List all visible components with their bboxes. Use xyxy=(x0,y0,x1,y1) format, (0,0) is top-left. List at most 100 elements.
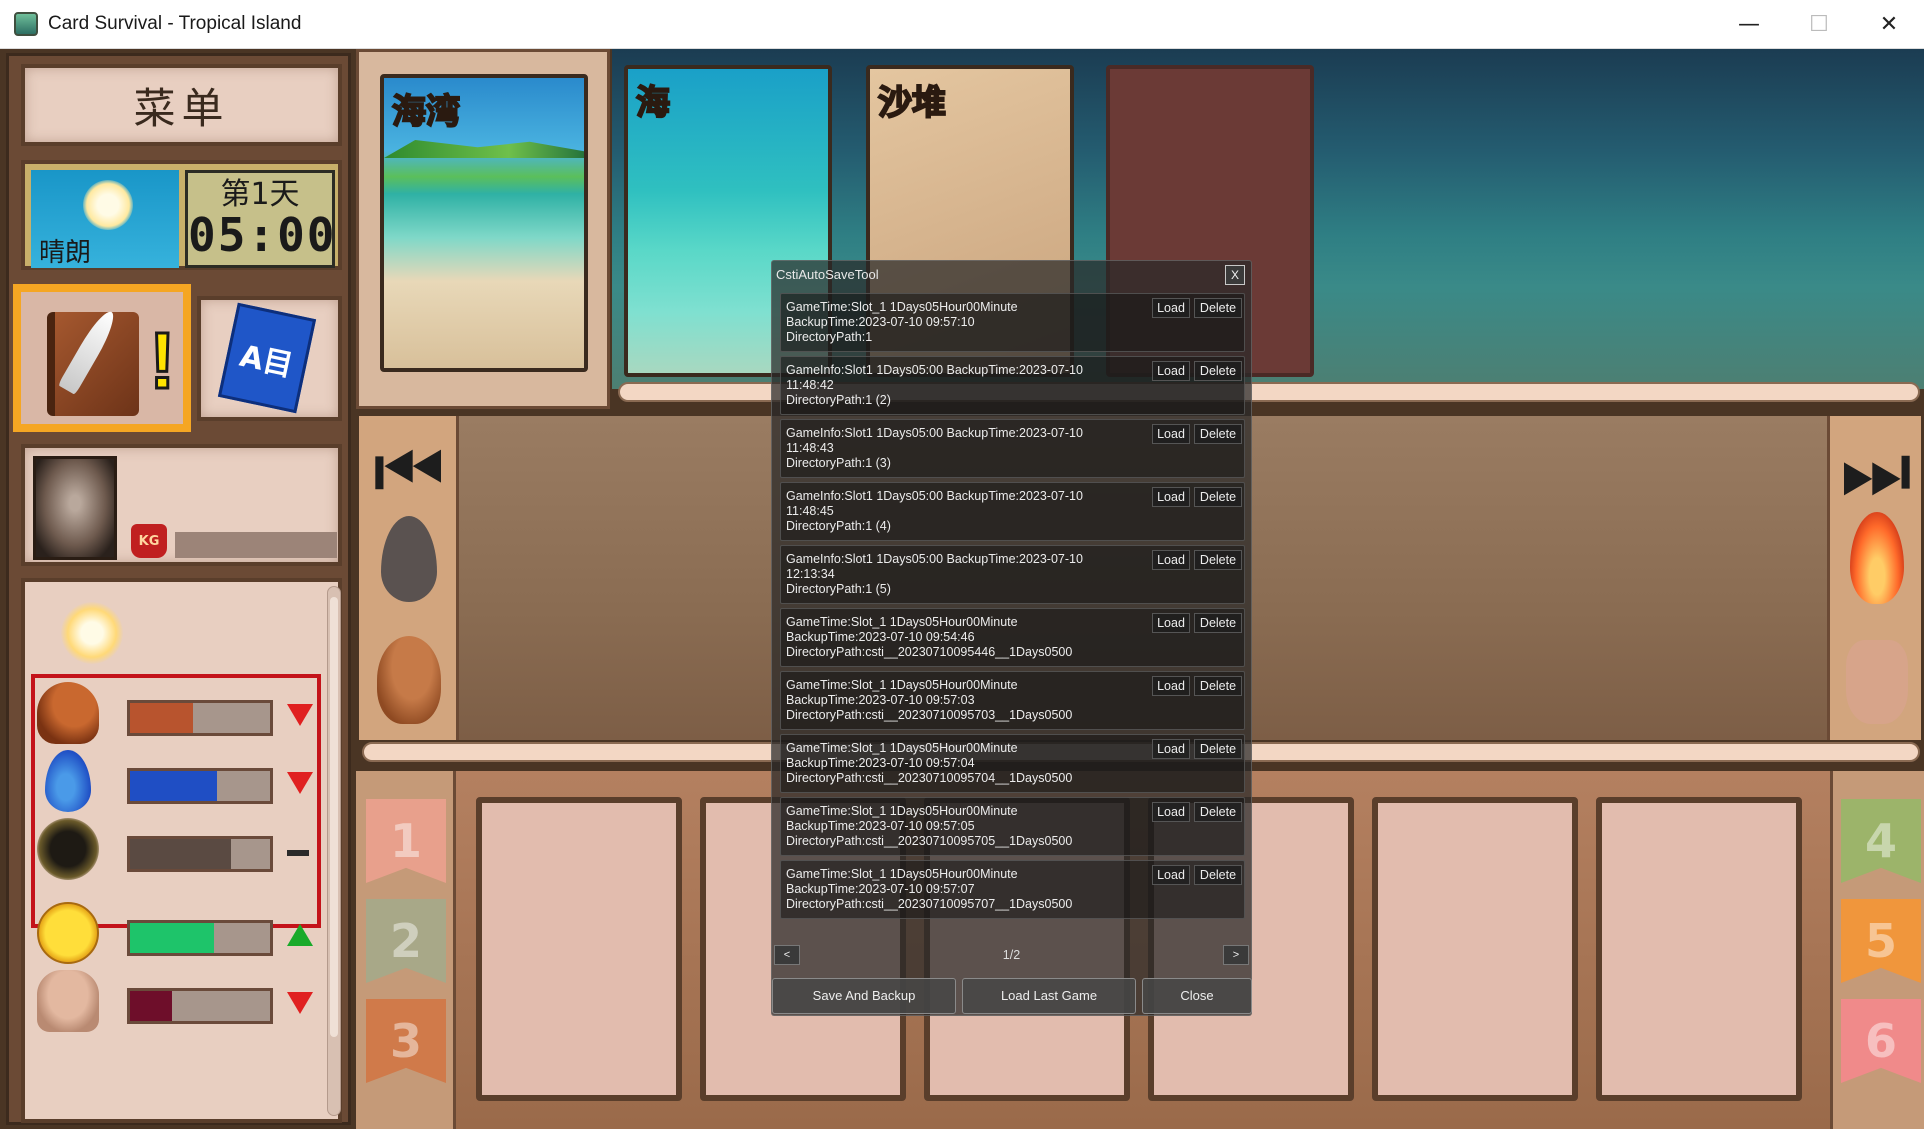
inventory-tab-2[interactable]: 2 xyxy=(366,899,446,983)
card-title: 海 xyxy=(635,82,671,124)
dialog-header: CstiAutoSaveTool X xyxy=(772,261,1251,287)
inventory-tab-6[interactable]: 6 xyxy=(1841,999,1921,1083)
journal-button[interactable]: ! xyxy=(13,284,191,432)
load-button[interactable]: Load xyxy=(1152,424,1190,444)
minimize-button[interactable]: — xyxy=(1714,0,1784,49)
morale-trend-up-icon xyxy=(287,924,313,946)
card-title: 沙堆 xyxy=(877,82,947,124)
weather-label: 晴朗 xyxy=(39,238,92,268)
morale-bar xyxy=(127,920,273,956)
inventory-slot[interactable] xyxy=(1596,797,1802,1101)
stat-row-food[interactable] xyxy=(25,678,315,748)
close-window-button[interactable]: ✕ xyxy=(1854,0,1924,49)
guide-button[interactable]: A目 xyxy=(197,296,342,421)
delete-button[interactable]: Delete xyxy=(1194,550,1242,570)
skip-forward-icon[interactable]: ⏭ xyxy=(1840,426,1912,516)
delete-button[interactable]: Delete xyxy=(1194,676,1242,696)
load-button[interactable]: Load xyxy=(1152,865,1190,885)
dialog-title: CstiAutoSaveTool xyxy=(776,267,879,282)
title-bar: Card Survival - Tropical Island — ☐ ✕ xyxy=(0,0,1924,49)
maximize-button[interactable]: ☐ xyxy=(1784,0,1854,49)
stat-row-health[interactable] xyxy=(25,966,315,1036)
dialog-close-button[interactable]: Close xyxy=(1142,978,1252,1014)
load-button[interactable]: Load xyxy=(1152,550,1190,570)
water-bar xyxy=(127,768,273,804)
save-entry: GameTime:Slot_1 1Days05Hour00Minute Back… xyxy=(780,608,1245,667)
guide-book-icon: A目 xyxy=(217,302,317,414)
load-button[interactable]: Load xyxy=(1152,676,1190,696)
save-entry-info: GameTime:Slot_1 1Days05Hour00Minute Back… xyxy=(786,741,1073,785)
food-bar xyxy=(127,700,273,736)
skip-back-icon[interactable]: ⏮ xyxy=(373,426,445,516)
delete-button[interactable]: Delete xyxy=(1194,487,1242,507)
hand-icon[interactable] xyxy=(1846,640,1908,724)
next-page-button[interactable]: > xyxy=(1223,945,1249,965)
body-icon xyxy=(37,970,99,1032)
stat-row-stamina[interactable] xyxy=(25,814,315,884)
stamina-icon xyxy=(37,818,99,880)
health-trend-down-icon xyxy=(287,992,313,1014)
weather-display[interactable]: 晴朗 xyxy=(31,170,179,268)
weight-bar xyxy=(175,532,337,558)
save-entry: GameTime:Slot_1 1Days05Hour00Minute Back… xyxy=(780,797,1245,856)
food-trend-down-icon xyxy=(287,704,313,726)
load-button[interactable]: Load xyxy=(1152,739,1190,759)
save-entry-info: GameInfo:Slot1 1Days05:00 BackupTime:202… xyxy=(786,489,1083,533)
water-trend-down-icon xyxy=(287,772,313,794)
food-source-icon[interactable] xyxy=(377,636,441,724)
dialog-close-icon[interactable]: X xyxy=(1225,265,1245,285)
save-and-backup-button[interactable]: Save And Backup xyxy=(772,978,956,1014)
delete-button[interactable]: Delete xyxy=(1194,424,1242,444)
stat-row-water[interactable] xyxy=(25,746,315,816)
delete-button[interactable]: Delete xyxy=(1194,802,1242,822)
inventory-tab-5[interactable]: 5 xyxy=(1841,899,1921,983)
delete-button[interactable]: Delete xyxy=(1194,361,1242,381)
sun-icon xyxy=(83,180,133,230)
stat-row-morale[interactable] xyxy=(25,898,315,968)
load-last-game-button[interactable]: Load Last Game xyxy=(962,978,1136,1014)
pagination: < 1/2 > xyxy=(772,943,1251,967)
water-drop-icon xyxy=(45,750,91,812)
environment-right-panel: ⏭ xyxy=(1827,416,1921,740)
save-entry-info: GameInfo:Slot1 1Days05:00 BackupTime:202… xyxy=(786,363,1083,407)
character-portrait[interactable] xyxy=(33,456,117,560)
location-card-bay[interactable]: 海湾 xyxy=(380,74,588,372)
fire-icon[interactable] xyxy=(1850,512,1904,604)
save-entry: GameTime:Slot_1 1Days05Hour00Minute Back… xyxy=(780,860,1245,919)
inventory-tab-1[interactable]: 1 xyxy=(366,799,446,883)
stamina-trend-flat-icon xyxy=(287,850,309,856)
alert-icon: ! xyxy=(148,315,178,407)
inventory-tab-4[interactable]: 4 xyxy=(1841,799,1921,883)
clock-display[interactable]: 第1天 05:00 xyxy=(185,170,335,268)
save-entry-info: GameTime:Slot_1 1Days05Hour00Minute Back… xyxy=(786,678,1073,722)
inventory-tab-3[interactable]: 3 xyxy=(366,999,446,1083)
menu-button[interactable]: 菜单 xyxy=(21,64,342,146)
window-controls: — ☐ ✕ xyxy=(1714,0,1924,49)
stats-scrollbar[interactable] xyxy=(327,586,341,1116)
stats-scroll-thumb[interactable] xyxy=(330,597,338,1037)
save-entry: GameTime:Slot_1 1Days05Hour00Minute Back… xyxy=(780,671,1245,730)
delete-button[interactable]: Delete xyxy=(1194,865,1242,885)
load-button[interactable]: Load xyxy=(1152,361,1190,381)
morale-smiley-icon xyxy=(37,902,99,964)
save-entry-info: GameInfo:Slot1 1Days05:00 BackupTime:202… xyxy=(786,426,1083,470)
save-entry: GameInfo:Slot1 1Days05:00 BackupTime:202… xyxy=(780,356,1245,415)
inventory-tabs-right: 4 5 6 xyxy=(1830,771,1924,1129)
inventory-slot[interactable] xyxy=(1372,797,1578,1101)
load-button[interactable]: Load xyxy=(1152,802,1190,822)
load-button[interactable]: Load xyxy=(1152,613,1190,633)
delete-button[interactable]: Delete xyxy=(1194,739,1242,759)
time-label: 05:00 xyxy=(188,208,337,262)
character-panel[interactable]: KG xyxy=(21,444,342,566)
delete-button[interactable]: Delete xyxy=(1194,298,1242,318)
weather-clock-panel: 晴朗 第1天 05:00 xyxy=(21,160,342,270)
load-button[interactable]: Load xyxy=(1152,298,1190,318)
load-button[interactable]: Load xyxy=(1152,487,1190,507)
save-entry: GameInfo:Slot1 1Days05:00 BackupTime:202… xyxy=(780,545,1245,604)
inventory-slot[interactable] xyxy=(476,797,682,1101)
delete-button[interactable]: Delete xyxy=(1194,613,1242,633)
water-source-icon[interactable] xyxy=(381,516,437,602)
temperature-sun-icon[interactable] xyxy=(61,602,123,664)
weight-icon: KG xyxy=(131,524,167,558)
save-entry-info: GameInfo:Slot1 1Days05:00 BackupTime:202… xyxy=(786,552,1083,596)
